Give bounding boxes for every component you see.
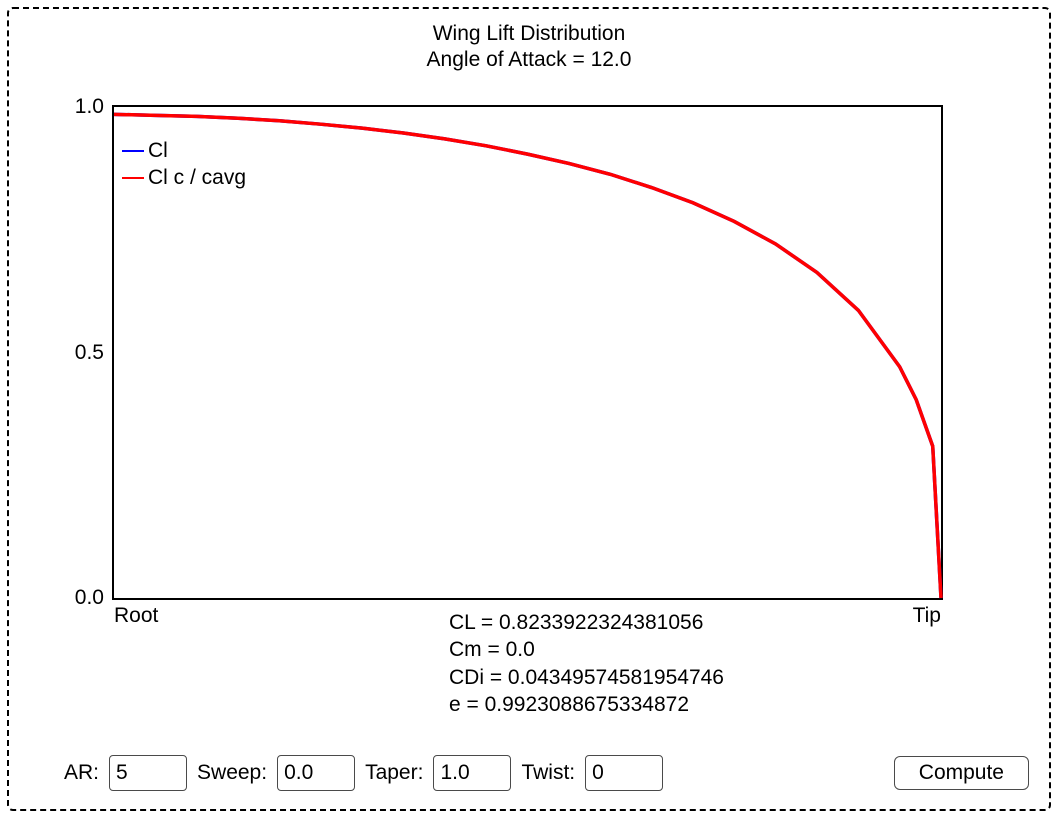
ar-input[interactable]: [109, 755, 187, 791]
series-Cl-c-/-cavg: [114, 114, 941, 598]
series-Cl: [114, 114, 941, 598]
result-e: e = 0.9923088675334872: [449, 691, 724, 718]
taper-input[interactable]: [433, 755, 511, 791]
app-frame: Wing Lift Distribution Angle of Attack =…: [7, 7, 1051, 811]
x-tick-root: Root: [114, 598, 158, 628]
controls-bar: AR: Sweep: Taper: Twist: Compute: [64, 755, 1029, 791]
twist-label: Twist:: [521, 761, 575, 785]
compute-button[interactable]: Compute: [894, 756, 1029, 790]
sweep-label: Sweep:: [197, 761, 267, 785]
y-tick-0.0: 0.0: [75, 586, 114, 610]
title-line-1: Wing Lift Distribution: [9, 21, 1049, 47]
taper-label: Taper:: [365, 761, 423, 785]
y-tick-0.5: 0.5: [75, 341, 114, 365]
ar-label: AR:: [64, 761, 99, 785]
chart-title: Wing Lift Distribution Angle of Attack =…: [9, 21, 1049, 74]
y-tick-1.0: 1.0: [75, 95, 114, 119]
x-tick-tip: Tip: [913, 598, 941, 628]
chart-svg: [114, 107, 941, 598]
result-Cm: Cm = 0.0: [449, 636, 724, 663]
result-CDi: CDi = 0.04349574581954746: [449, 664, 724, 691]
title-line-2: Angle of Attack = 12.0: [9, 47, 1049, 73]
sweep-input[interactable]: [277, 755, 355, 791]
result-CL: CL = 0.8233922324381056: [449, 609, 724, 636]
results-block: CL = 0.8233922324381056 Cm = 0.0 CDi = 0…: [449, 609, 724, 718]
twist-input[interactable]: [585, 755, 663, 791]
plot-area: 1.0 0.5 0.0 Root Tip Cl Cl c / cavg: [112, 105, 943, 600]
